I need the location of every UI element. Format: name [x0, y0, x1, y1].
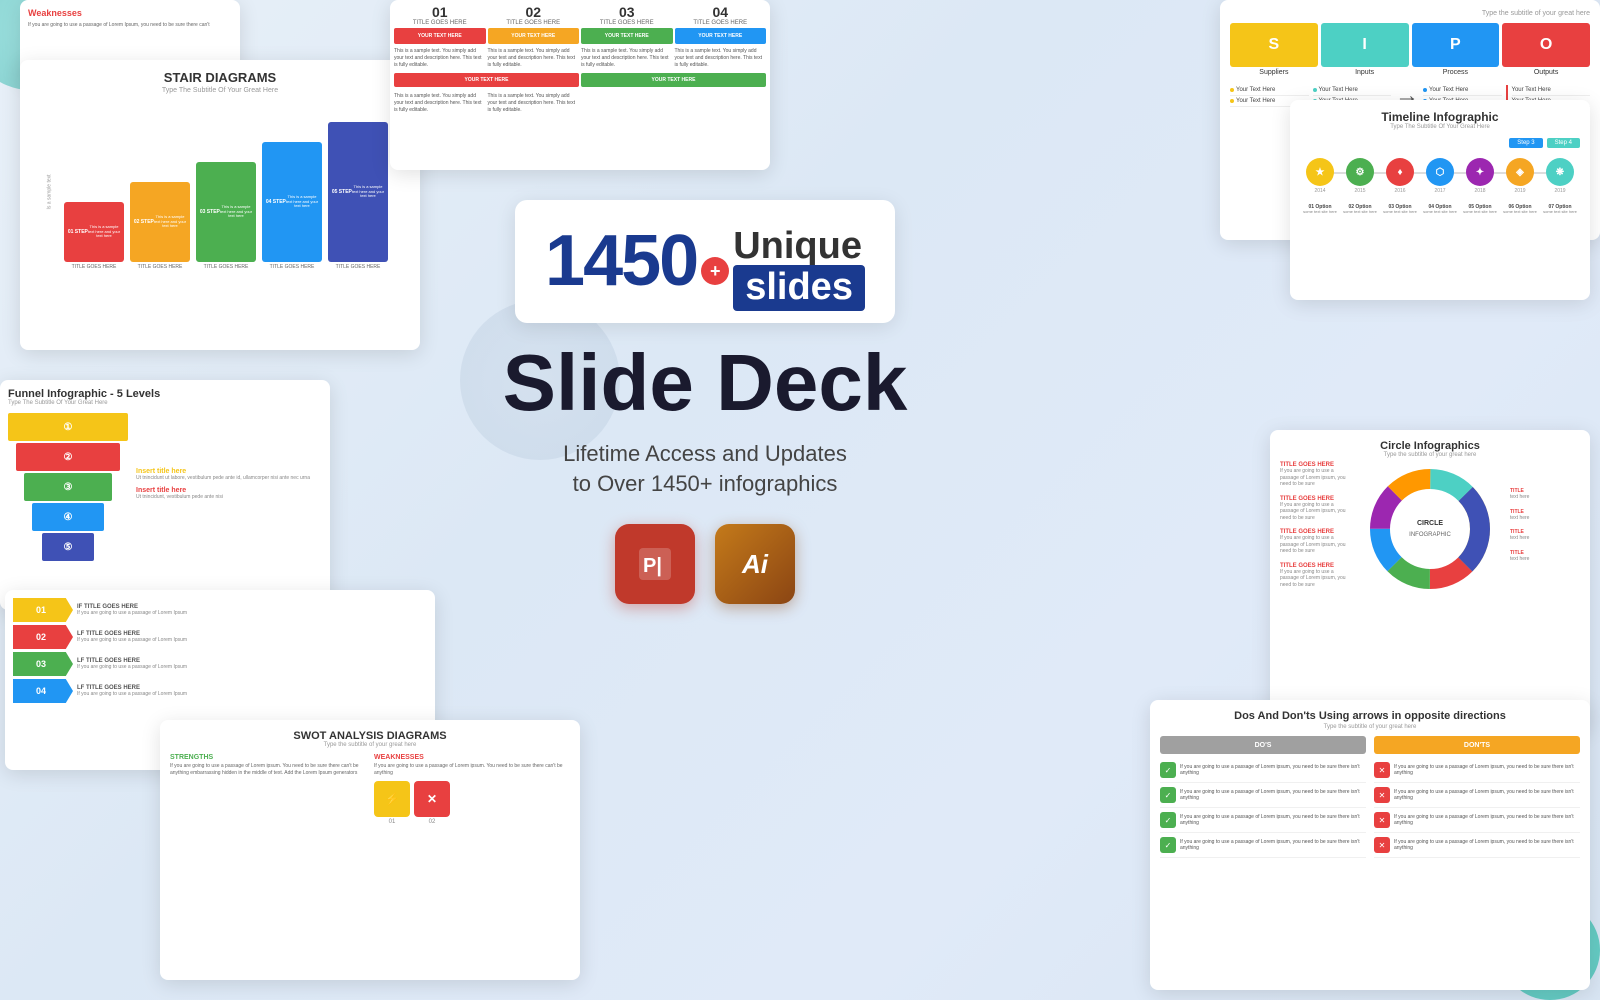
svg-text:INFOGRAPHIC: INFOGRAPHIC — [1409, 532, 1451, 538]
stair-step-3: 03 STEPThis is a sampletext here and you… — [196, 162, 256, 262]
hero-section: 1450 + Unique slides Slide Deck Lifetime… — [430, 200, 980, 604]
ai-label: Ai — [742, 549, 768, 580]
stair-step-1: 01 STEPThis is a sampletext here and you… — [64, 202, 124, 262]
timeline-card: Timeline Infographic Type The Subtitle O… — [1290, 100, 1590, 300]
hero-badge: 1450 + Unique slides — [515, 200, 895, 323]
stair-step-5: 05 STEPThis is a sampletext here and you… — [328, 122, 388, 262]
table-card: 01TITLE GOES HERE 02TITLE GOES HERE 03TI… — [390, 0, 770, 170]
swot-card: SWOT ANALYSIS DIAGRAMS Type the subtitle… — [160, 720, 580, 980]
hero-title: Slide Deck — [430, 343, 980, 423]
stair-label-1: TITLE GOES HERE — [64, 264, 124, 270]
hero-unique-word1: Unique — [733, 227, 862, 265]
arrow-row-1: 01 IF TITLE GOES HEREIf you are going to… — [13, 598, 427, 622]
hero-description: Lifetime Access and Updates to Over 1450… — [430, 439, 980, 501]
weakness-title: Weaknesses — [28, 8, 232, 18]
funnel-card: Funnel Infographic - 5 Levels Type The S… — [0, 380, 330, 610]
stair-subtitle: Type The Subtitle Of Your Great Here — [30, 87, 410, 94]
stair-y-label: Is a sample text — [47, 174, 53, 209]
dos-header: DO'S — [1160, 736, 1366, 754]
powerpoint-icon: P| — [615, 524, 695, 604]
stair-label-2: TITLE GOES HERE — [130, 264, 190, 270]
sipo-subtitle: Type the subtitle of your great here — [1230, 10, 1590, 17]
arrow-row-2: 02 LF TITLE GOES HEREIf you are going to… — [13, 625, 427, 649]
hero-plus: + — [701, 257, 729, 285]
circle-infographics-card: Circle Infographics Type the subtitle of… — [1270, 430, 1590, 730]
hero-unique: Unique slides — [733, 227, 865, 311]
weakness-text: If you are going to use a passage of Lor… — [28, 22, 232, 29]
stair-step-4: 04 STEPThis is a sampletext here and you… — [262, 142, 322, 262]
stair-card: STAIR DIAGRAMS Type The Subtitle Of Your… — [20, 60, 420, 350]
stair-label-4: TITLE GOES HERE — [262, 264, 322, 270]
hero-icons: P| Ai — [430, 524, 980, 604]
dos-subtitle: Type the subtitle of your great here — [1160, 724, 1580, 730]
dos-title: Dos And Don'ts Using arrows in opposite … — [1160, 710, 1580, 722]
stair-step-2: 02 STEPThis is a sampletext here and you… — [130, 182, 190, 262]
arrow-row-4: 04 LF TITLE GOES HEREIf you are going to… — [13, 679, 427, 703]
arrow-row-3: 03 LF TITLE GOES HEREIf you are going to… — [13, 652, 427, 676]
circle-subtitle: Type the subtitle of your great here — [1280, 452, 1580, 458]
swot-title: SWOT ANALYSIS DIAGRAMS — [170, 730, 570, 742]
timeline-subtitle: Type The Subtitle Of Your Great Here — [1300, 124, 1580, 130]
svg-text:P|: P| — [643, 555, 662, 577]
funnel-subtitle: Type The Subtitle Of Your Great Here — [8, 400, 322, 406]
illustrator-icon: Ai — [715, 524, 795, 604]
swot-subtitle: Type the subtitle of your great here — [170, 742, 570, 748]
donts-header: DON'TS — [1374, 736, 1580, 754]
timeline-title: Timeline Infographic — [1300, 110, 1580, 124]
hero-number: 1450 — [545, 225, 697, 297]
funnel-title: Funnel Infographic - 5 Levels — [8, 388, 322, 400]
hero-unique-word2: slides — [733, 265, 865, 311]
stair-label-5: TITLE GOES HERE — [328, 264, 388, 270]
circle-title: Circle Infographics — [1280, 440, 1580, 452]
svg-text:CIRCLE: CIRCLE — [1417, 520, 1443, 527]
stair-label-3: TITLE GOES HERE — [196, 264, 256, 270]
dos-donts-card: Dos And Don'ts Using arrows in opposite … — [1150, 700, 1590, 990]
stair-title: STAIR DIAGRAMS — [30, 70, 410, 85]
